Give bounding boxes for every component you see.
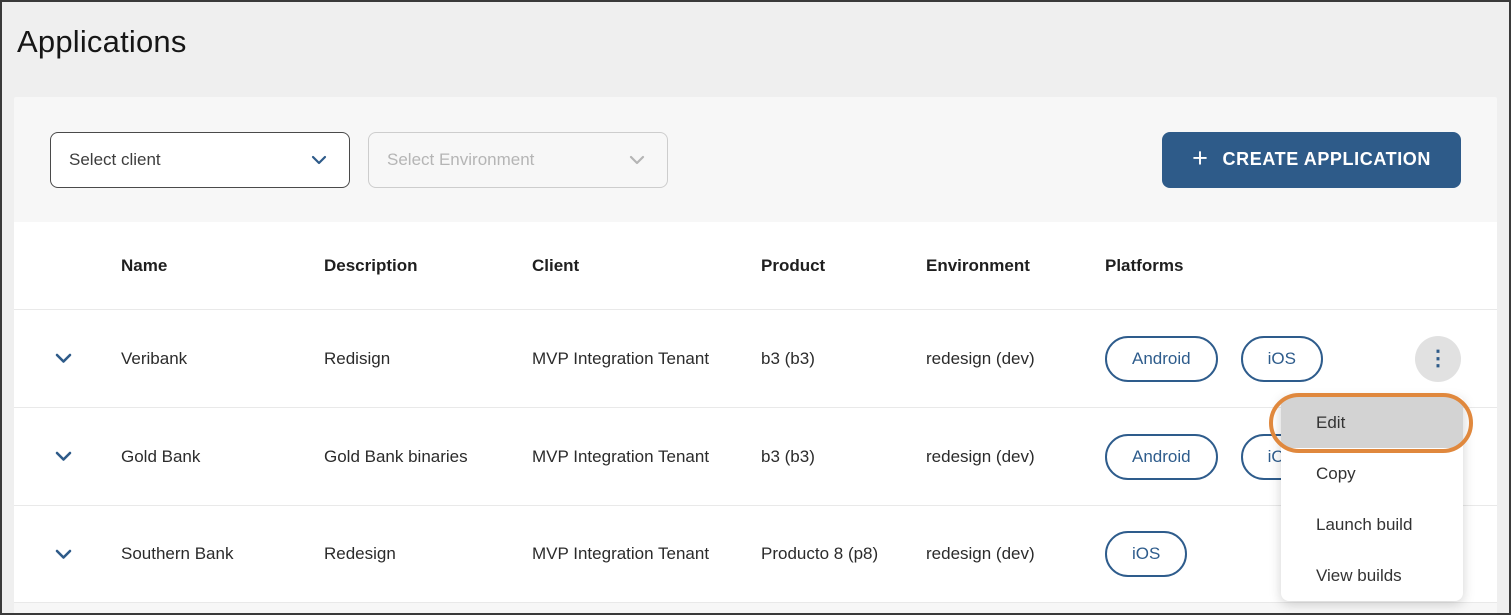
page-title: Applications — [17, 24, 187, 59]
row-actions-kebab-button[interactable]: ⋮ — [1415, 335, 1461, 382]
cell-product: Producto 8 (p8) — [761, 544, 879, 563]
table-row: Veribank Redisign MVP Integration Tenant… — [14, 309, 1497, 407]
client-select-value: Select client — [69, 149, 161, 169]
cell-description: Gold Bank binaries — [324, 446, 468, 466]
cell-product: b3 (b3) — [761, 446, 815, 466]
menu-item-view-builds[interactable]: View builds — [1281, 550, 1463, 601]
chevron-down-icon — [311, 155, 327, 165]
client-select[interactable]: Select client — [50, 131, 350, 188]
applications-page: Applications Select client Select Enviro… — [2, 2, 1509, 613]
table-header-row: Name Description Client Product Environm… — [14, 222, 1497, 309]
context-menu: Edit Copy Launch build View builds — [1281, 397, 1463, 601]
header-client: Client — [532, 255, 580, 275]
filter-bar: Select client Select Environment + CREAT… — [14, 97, 1497, 222]
plus-icon: + — [1192, 143, 1209, 173]
row-expand-chevron-icon[interactable] — [55, 353, 72, 364]
cell-description: Redesign — [324, 544, 396, 563]
applications-table: Name Description Client Product Environm… — [14, 222, 1497, 603]
header-platforms: Platforms — [1105, 255, 1184, 275]
cell-platforms: Android iOS — [1105, 335, 1360, 382]
platform-badge-ios: iOS — [1105, 531, 1188, 577]
cell-description: Redisign — [324, 348, 391, 368]
cell-name: Gold Bank — [121, 446, 201, 466]
content-card: Select client Select Environment + CREAT… — [14, 97, 1497, 613]
environment-select[interactable]: Select Environment — [368, 131, 668, 188]
cell-product: b3 (b3) — [761, 348, 815, 368]
table-row: Gold Bank Gold Bank binaries MVP Integra… — [14, 407, 1497, 505]
environment-select-value: Select Environment — [387, 149, 535, 169]
header-description: Description — [324, 255, 418, 275]
row-expand-chevron-icon[interactable] — [55, 549, 72, 560]
create-application-label: CREATE APPLICATION — [1222, 149, 1431, 169]
menu-item-edit[interactable]: Edit — [1281, 397, 1463, 448]
cell-environment: redesign (dev) — [926, 348, 1035, 368]
chevron-down-icon — [629, 155, 645, 165]
kebab-icon: ⋮ — [1427, 347, 1449, 370]
cell-client: MVP Integration Tenant — [532, 446, 710, 466]
create-application-button[interactable]: + CREATE APPLICATION — [1162, 131, 1461, 188]
cell-environment: redesign (dev) — [926, 544, 1035, 563]
menu-item-launch-build[interactable]: Launch build — [1281, 499, 1463, 550]
header-product: Product — [761, 255, 826, 275]
cell-name: Veribank — [121, 348, 188, 368]
cell-client: MVP Integration Tenant — [532, 544, 710, 563]
menu-item-copy[interactable]: Copy — [1281, 448, 1463, 499]
cell-environment: redesign (dev) — [926, 446, 1035, 466]
platform-badge-android: Android — [1105, 335, 1218, 382]
row-expand-chevron-icon[interactable] — [55, 451, 72, 462]
table-row: Southern Bank Redesign MVP Integration T… — [14, 505, 1497, 603]
header-name: Name — [121, 255, 168, 275]
platform-badge-android: Android — [1105, 433, 1218, 480]
platform-badge-ios: iOS — [1240, 335, 1323, 382]
cell-name: Southern Bank — [121, 544, 234, 563]
cell-client: MVP Integration Tenant — [532, 348, 710, 368]
header-environment: Environment — [926, 255, 1030, 275]
